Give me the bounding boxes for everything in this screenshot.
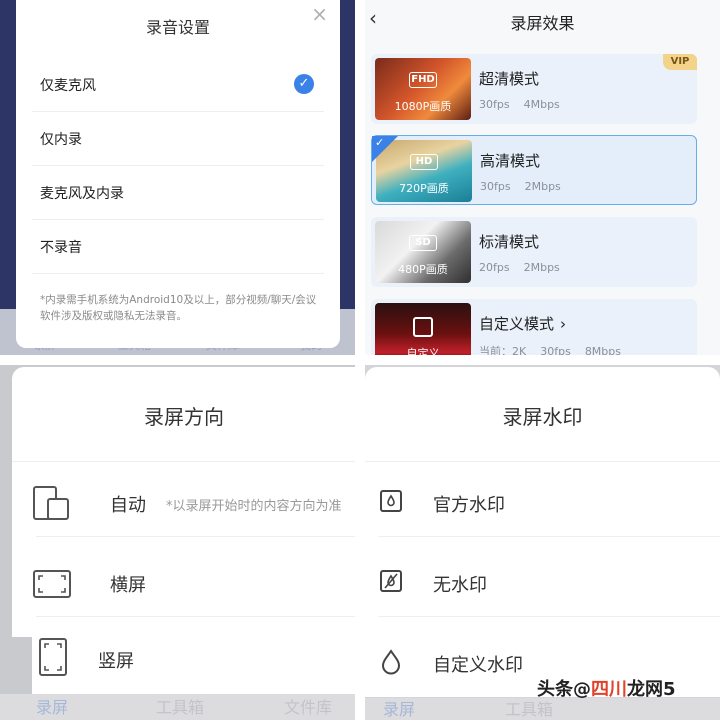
mode-card-hd[interactable]: HD 720P画质 ✓ 高清模式 30fps 2Mbps xyxy=(371,135,697,205)
divider xyxy=(12,461,355,462)
thumbnail-custom: 自定义 xyxy=(375,303,471,355)
option-label: 仅内录 xyxy=(40,132,82,148)
option-label: 横屏 xyxy=(110,575,146,596)
option-label: 不录音 xyxy=(40,240,82,256)
option-label: 无水印 xyxy=(433,575,487,596)
tab-files[interactable]: 文件库 xyxy=(284,694,332,718)
mode-name-text: 自定义模式 xyxy=(479,315,555,333)
divider xyxy=(36,616,355,617)
bitrate-value: 2Mbps xyxy=(523,261,560,274)
option-label: 仅麦克风 xyxy=(40,78,96,94)
checkmark-icon: ✓ xyxy=(375,136,385,149)
mode-card-fhd[interactable]: FHD 1080P画质 超清模式 30fps 4Mbps VIP xyxy=(371,54,697,124)
mode-name: 标清模式 xyxy=(479,233,540,251)
option-label: 麦克风及内录 xyxy=(40,186,124,202)
option-label: 自定义水印 xyxy=(433,655,523,676)
bottom-nav: 录屏 工具箱 文件库 xyxy=(0,694,355,720)
current-resolution: 当前：2K xyxy=(479,345,527,355)
option-hint: *以录屏开始时的内容方向为准 xyxy=(166,499,342,514)
mode-spec: 30fps 4Mbps xyxy=(479,98,574,111)
mode-card-custom[interactable]: 自定义 自定义模式 › 当前：2K 30fps 8Mbps xyxy=(371,299,697,355)
fps-value: 30fps xyxy=(480,180,511,193)
resolution-caption: 1080P画质 xyxy=(394,100,452,113)
watermark-accent: 四川 xyxy=(591,679,627,700)
fps-value: 30fps xyxy=(540,345,571,355)
orientation-sheet: 录屏方向 自动 *以录屏开始时的内容方向为准 横屏 xyxy=(12,367,355,637)
watermark-panel: 录屏水印 官方水印 无水印 自定义水印 录屏 工具箱 头条@四川龙网5 xyxy=(365,365,720,720)
bottom-nav: 录屏 工具箱 xyxy=(365,698,720,720)
watermark-at: @ xyxy=(573,679,591,700)
orientation-landscape[interactable]: 横屏 xyxy=(32,547,355,617)
divider xyxy=(379,616,720,617)
hd-badge: HD xyxy=(410,154,438,170)
divider xyxy=(365,461,720,462)
chevron-right-icon: › xyxy=(560,315,567,333)
orientation-auto[interactable]: 自动 *以录屏开始时的内容方向为准 xyxy=(32,467,355,537)
tab-record[interactable]: 录屏 xyxy=(383,696,415,720)
thumbnail-person: SD 480P画质 xyxy=(375,221,471,283)
source-watermark: 头条@四川龙网5 xyxy=(537,675,676,701)
option-label: 官方水印 xyxy=(433,495,505,516)
option-label: 自动 xyxy=(110,495,146,516)
vip-badge: VIP xyxy=(663,54,697,70)
mode-spec: 20fps 2Mbps xyxy=(479,261,574,274)
resolution-caption: 自定义 xyxy=(406,347,440,355)
watermark-official[interactable]: 官方水印 xyxy=(379,467,720,537)
watermark-none[interactable]: 无水印 xyxy=(379,547,720,617)
sd-badge: SD xyxy=(409,235,437,251)
orientation-panel: 录屏方向 自动 *以录屏开始时的内容方向为准 横屏 竖屏 录屏 工具箱 文件库 xyxy=(0,365,355,720)
option-internal-only[interactable]: 仅内录 xyxy=(32,112,324,166)
thumbnail-canyon: FHD 1080P画质 xyxy=(375,58,471,120)
divider xyxy=(379,536,720,537)
mode-spec: 当前：2K 30fps 8Mbps xyxy=(479,343,635,355)
sheet-title: 录屏水印 xyxy=(502,405,583,429)
option-mic-and-internal[interactable]: 麦克风及内录 xyxy=(32,166,324,220)
option-mic-only[interactable]: 仅麦克风 ✓ xyxy=(32,58,324,112)
portrait-icon xyxy=(39,638,67,676)
fps-value: 30fps xyxy=(479,98,510,111)
resolution-caption: 720P画质 xyxy=(399,182,449,195)
tab-toolbox[interactable]: 工具箱 xyxy=(156,694,204,718)
checkmark-icon: ✓ xyxy=(294,74,314,94)
fps-value: 20fps xyxy=(479,261,510,274)
mode-name: 自定义模式 › xyxy=(479,313,566,334)
internal-audio-note: *内录需手机系统为Android10及以上，部分视频/聊天/会议软件涉及版权或隐… xyxy=(40,294,317,322)
watermark-suffix: 龙网5 xyxy=(627,679,676,700)
option-no-audio[interactable]: 不录音 xyxy=(32,220,324,274)
close-icon[interactable]: × xyxy=(311,2,328,26)
dialog-title: 录音设置 xyxy=(145,18,210,37)
bitrate-value: 8Mbps xyxy=(584,345,621,355)
landscape-icon xyxy=(33,570,71,598)
resolution-caption: 480P画质 xyxy=(398,263,448,276)
bitrate-value: 4Mbps xyxy=(523,98,560,111)
sheet-title: 录屏方向 xyxy=(144,405,224,429)
mode-card-sd[interactable]: SD 480P画质 标清模式 20fps 2Mbps xyxy=(371,217,697,287)
droplet-icon xyxy=(381,649,401,675)
fhd-badge: FHD xyxy=(409,72,437,88)
audio-settings-panel: 录屏 工具箱 文件库 我的 录音设置 × 仅麦克风 ✓ 仅内录 麦克风及内录 不… xyxy=(0,0,355,355)
divider xyxy=(36,536,355,537)
no-watermark-icon xyxy=(380,570,402,592)
watermark-sheet: 录屏水印 官方水印 无水印 自定义水印 xyxy=(365,367,720,697)
tab-record[interactable]: 录屏 xyxy=(36,694,68,718)
audio-settings-dialog: 录音设置 × 仅麦克风 ✓ 仅内录 麦克风及内录 不录音 *内录需手机系统为An… xyxy=(16,0,340,348)
page-title: 录屏效果 xyxy=(510,14,575,33)
option-label: 竖屏 xyxy=(98,651,134,672)
watermark-prefix: 头条 xyxy=(537,679,573,700)
grid-icon xyxy=(413,317,433,337)
auto-rotate-icon xyxy=(33,486,69,520)
record-quality-panel: ‹ 录屏效果 FHD 1080P画质 超清模式 30fps 4Mbps VIP H… xyxy=(365,0,720,355)
official-watermark-icon xyxy=(380,490,402,512)
mode-name: 超清模式 xyxy=(479,70,540,88)
collage-divider-horizontal xyxy=(0,355,720,365)
mode-spec: 30fps 2Mbps xyxy=(480,180,575,193)
orientation-portrait[interactable]: 竖屏 xyxy=(32,627,355,697)
bitrate-value: 2Mbps xyxy=(524,180,561,193)
mode-name: 高清模式 xyxy=(480,152,541,170)
